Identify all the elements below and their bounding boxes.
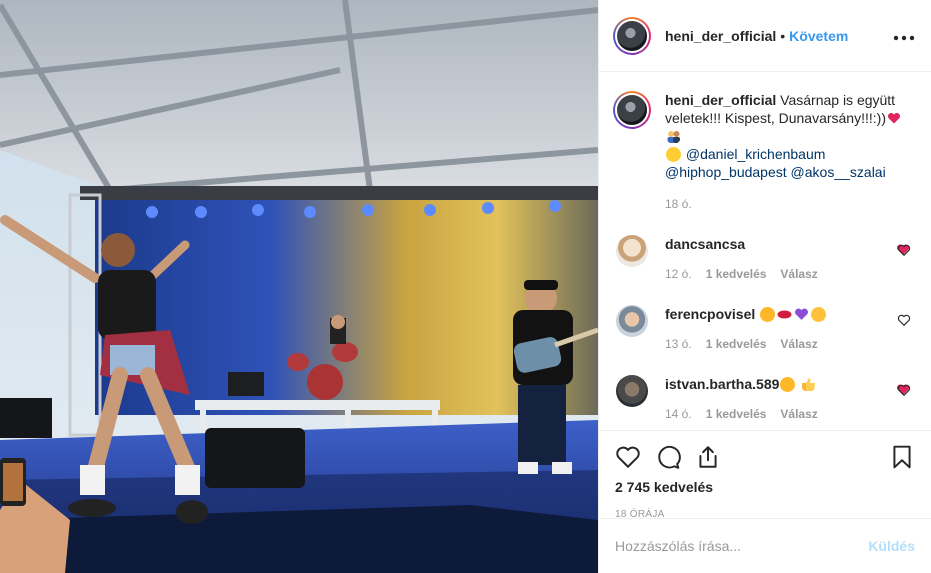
mention-link[interactable]: @daniel_krichenbaum [686, 146, 826, 162]
add-comment-bar: Küldés [599, 518, 931, 573]
caption-username[interactable]: heni_der_official [665, 92, 776, 108]
post-header: heni_der_official • Követem [599, 0, 931, 72]
comment-likes[interactable]: 1 kedvelés [706, 335, 767, 353]
hugging-emoji-icon [665, 146, 682, 162]
heart-eyes-emoji-icon [810, 306, 827, 322]
lips-emoji-icon [776, 306, 793, 322]
comment-like-heart-icon[interactable] [897, 313, 911, 327]
comments-list[interactable]: heni_der_official Vasárnap is együtt vel… [599, 73, 931, 429]
comment-likes[interactable]: 1 kedvelés [706, 405, 767, 423]
purple-heart-emoji-icon [793, 306, 810, 322]
comment-time[interactable]: 13 ó. [665, 335, 692, 353]
caption-avatar[interactable] [613, 91, 651, 129]
post-photo[interactable] [0, 0, 598, 573]
comment-username[interactable]: dancsancsa [665, 236, 745, 252]
post-side-panel: heni_der_official • Követem heni_der_off… [598, 0, 931, 573]
bookmark-icon[interactable] [889, 444, 915, 470]
heart-emoji-icon [886, 110, 902, 126]
comment-time[interactable]: 14 ó. [665, 405, 692, 423]
comment-time[interactable]: 12 ó. [665, 265, 692, 283]
author-username[interactable]: heni_der_official [665, 28, 776, 44]
post-actions: 2 745 kedvelés 18 órája [599, 430, 931, 520]
comment-item: dancsancsa 12 ó. 1 kedvelés Válasz [613, 235, 915, 283]
comment-like-heart-icon[interactable] [897, 383, 911, 397]
comment-item: ferencpovisel 13 ó. 1 kedvelés Válasz [613, 305, 915, 353]
header-separator: • [780, 27, 786, 44]
reply-button[interactable]: Válasz [780, 265, 817, 283]
mention-link[interactable]: @hiphop_budapest [665, 164, 787, 180]
heart-icon[interactable] [615, 444, 641, 470]
likes-count[interactable]: 2 745 kedvelés [615, 479, 915, 495]
comment-item: istvan.bartha.589 14 ó. 1 kedvelés Válas… [613, 375, 915, 423]
author-avatar[interactable] [613, 16, 651, 55]
comment-like-heart-icon[interactable] [897, 243, 911, 257]
more-options-icon[interactable] [893, 25, 915, 46]
comment-bubble-icon[interactable] [655, 444, 681, 470]
comment-username[interactable]: ferencpovisel [665, 306, 755, 322]
concert-stage-image [0, 0, 598, 573]
commenter-avatar[interactable] [616, 235, 648, 267]
mention-link[interactable]: @akos__szalai [791, 164, 886, 180]
comment-input[interactable] [615, 538, 869, 554]
commenter-avatar[interactable] [616, 305, 648, 337]
thumbs-up-emoji-icon [800, 376, 817, 392]
reply-button[interactable]: Válasz [780, 335, 817, 353]
share-icon[interactable] [695, 444, 721, 470]
post-comment-button[interactable]: Küldés [868, 538, 915, 554]
reply-button[interactable]: Válasz [780, 405, 817, 423]
comment-username[interactable]: istvan.bartha.589 [665, 376, 779, 392]
caption-time[interactable]: 18 ó. [665, 195, 915, 213]
kiss-face-emoji-icon [779, 376, 796, 392]
kiss-face-emoji-icon [759, 306, 776, 322]
commenter-avatar[interactable] [616, 375, 648, 407]
follow-button[interactable]: Követem [789, 28, 848, 44]
comment-likes[interactable]: 1 kedvelés [706, 265, 767, 283]
people-emoji-icon [665, 128, 682, 144]
post-caption: heni_der_official Vasárnap is együtt vel… [613, 91, 915, 213]
